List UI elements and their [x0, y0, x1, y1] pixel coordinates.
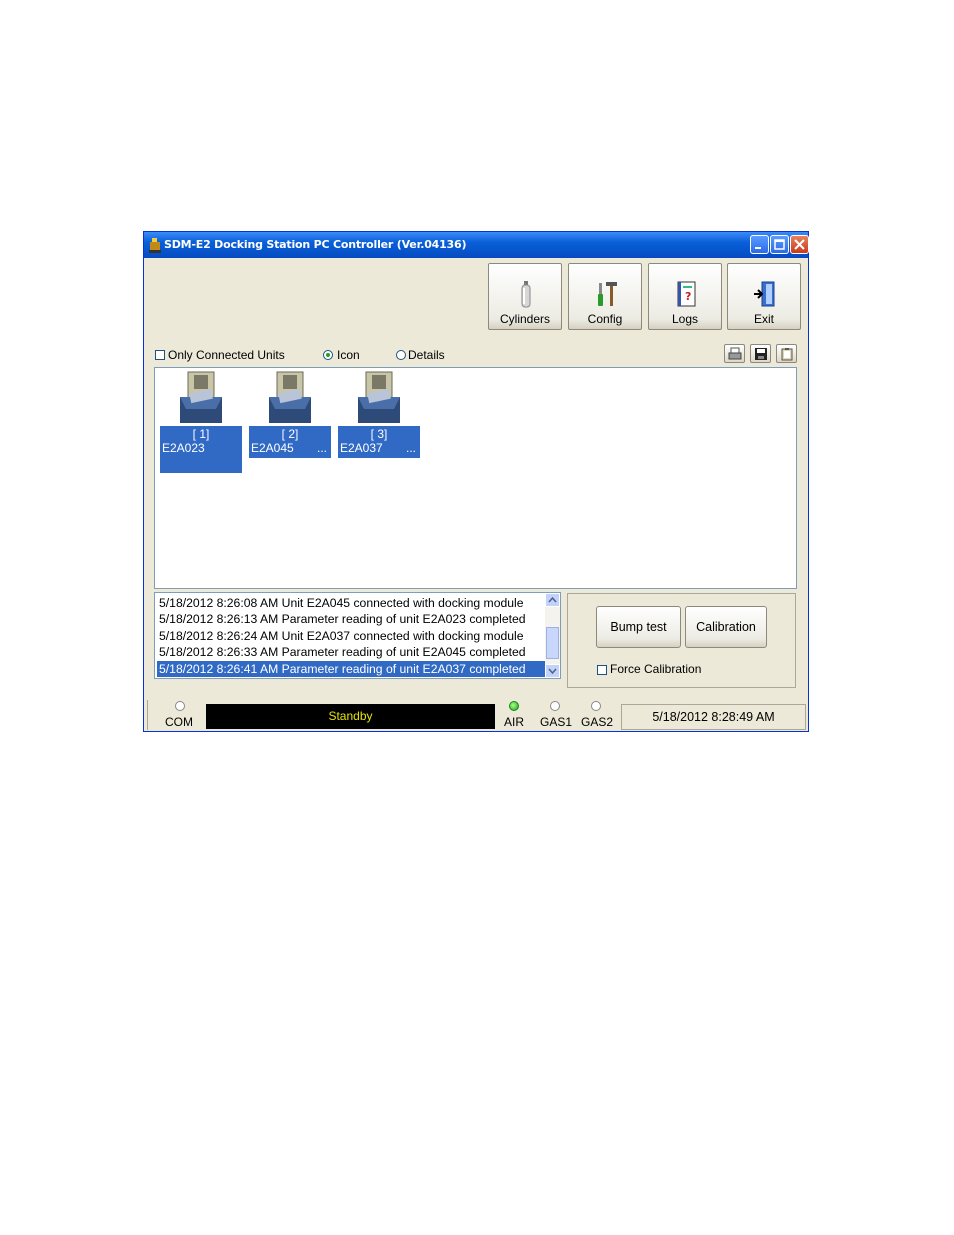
air-label: AIR	[504, 715, 525, 729]
title-bar[interactable]: SDM-E2 Docking Station PC Controller (Ve…	[144, 232, 809, 258]
log-entry[interactable]: 5/18/2012 8:26:08 AM Unit E2A045 connect…	[159, 595, 545, 611]
config-button[interactable]: Config	[568, 263, 642, 330]
unit-name: E2A037...	[338, 441, 420, 455]
save-button[interactable]	[750, 344, 771, 363]
unit-name: E2A045...	[249, 441, 331, 455]
tools-icon	[598, 282, 617, 306]
log-entry-selected[interactable]: 5/18/2012 8:26:41 AM Parameter reading o…	[157, 661, 547, 677]
window-title: SDM-E2 Docking Station PC Controller (Ve…	[164, 238, 467, 251]
test-actions-panel: Bump test Calibration Force Calibration	[567, 593, 796, 688]
event-log-list[interactable]: 5/18/2012 8:26:08 AM Unit E2A045 connect…	[154, 592, 561, 679]
docking-station-icon	[180, 371, 222, 423]
print-button[interactable]	[724, 344, 745, 363]
clipboard-button[interactable]	[776, 344, 797, 363]
com-label: COM	[165, 715, 193, 729]
minimize-icon	[755, 247, 761, 249]
only-connected-label: Only Connected Units	[168, 348, 285, 362]
scroll-thumb[interactable]	[546, 627, 559, 659]
icon-view-radio[interactable]	[323, 350, 333, 360]
log-entry[interactable]: 5/18/2012 8:26:24 AM Unit E2A037 connect…	[159, 628, 545, 644]
minimize-button[interactable]	[750, 235, 769, 254]
cylinders-button[interactable]: Cylinders	[488, 263, 562, 330]
unit-name: E2A023	[160, 441, 242, 455]
svg-text:?: ?	[685, 290, 691, 303]
only-connected-checkbox[interactable]	[155, 350, 165, 360]
air-status-led	[509, 701, 519, 711]
state-display: Standby	[206, 704, 495, 729]
status-bar: COM Standby AIR GAS1 GAS2 5/18/2012 8:28…	[144, 698, 808, 731]
config-label: Config	[587, 312, 623, 326]
gas2-label: GAS2	[581, 715, 614, 729]
icon-view-label: Icon	[337, 348, 360, 362]
close-icon	[794, 239, 805, 250]
docking-station-icon	[358, 371, 400, 423]
cylinders-label: Cylinders	[499, 312, 550, 326]
force-calibration-label: Force Calibration	[610, 662, 702, 676]
exit-button[interactable]: Exit	[727, 263, 801, 330]
printer-icon	[728, 347, 742, 360]
exit-door-icon	[754, 281, 775, 307]
gas2-status-led	[591, 701, 601, 711]
unit-label-box: [ 3] E2A037...	[338, 426, 420, 458]
cylinder-icon	[521, 281, 531, 308]
gas1-label: GAS1	[540, 715, 573, 729]
unit-slot: [ 3]	[370, 427, 388, 441]
docking-station-icon	[269, 371, 311, 423]
maximize-button[interactable]	[770, 235, 789, 254]
unit-name-text: E2A023	[162, 441, 205, 455]
datetime-display: 5/18/2012 8:28:49 AM	[621, 704, 806, 730]
logbook-icon: ?	[677, 281, 696, 307]
scroll-down-button[interactable]	[545, 664, 560, 678]
chevron-up-icon	[548, 596, 557, 603]
scroll-up-button[interactable]	[545, 593, 560, 607]
exit-label: Exit	[753, 312, 774, 326]
units-icon-view[interactable]: [ 1] E2A023 [ 2] E2A045... [3] E2A037 .…	[154, 367, 797, 589]
unit-name-text: E2A045	[251, 441, 294, 455]
calibration-button[interactable]: Calibration	[685, 606, 767, 648]
logs-button[interactable]: ? Logs	[648, 263, 722, 330]
maximize-icon	[774, 239, 785, 250]
log-scrollbar[interactable]	[545, 593, 560, 678]
details-view-label: Details	[408, 348, 445, 362]
main-window: SDM-E2 Docking Station PC Controller (Ve…	[143, 231, 809, 732]
unit-ellipsis: ...	[405, 441, 416, 455]
force-calibration-checkbox[interactable]	[597, 665, 607, 675]
unit-slot: [ 2]	[281, 427, 299, 441]
details-view-radio[interactable]	[396, 350, 406, 360]
status-divider	[147, 700, 148, 730]
log-entry[interactable]: 5/18/2012 8:26:13 AM Parameter reading o…	[159, 611, 545, 627]
log-entry[interactable]: 5/18/2012 8:26:33 AM Parameter reading o…	[159, 644, 545, 660]
floppy-disk-icon	[755, 348, 767, 360]
clipboard-icon	[781, 348, 793, 361]
unit-ellipsis: ...	[316, 441, 327, 455]
unit-label-box: [ 2] E2A045...	[249, 426, 331, 458]
chevron-down-icon	[548, 668, 557, 675]
unit-name-text: E2A037	[340, 441, 383, 455]
gas1-status-led	[550, 701, 560, 711]
bump-test-button[interactable]: Bump test	[596, 606, 681, 648]
close-button[interactable]	[790, 235, 809, 254]
com-status-led	[175, 701, 185, 711]
logs-label: Logs	[671, 312, 699, 326]
app-icon	[149, 238, 161, 253]
unit-label-box: [ 1] E2A023	[160, 426, 242, 473]
unit-slot: [ 1]	[192, 427, 210, 441]
